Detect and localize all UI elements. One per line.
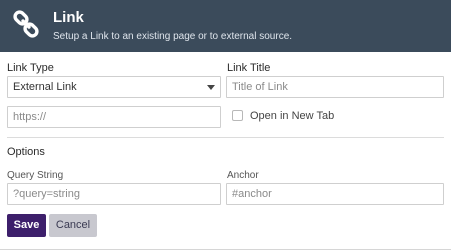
link-title-placeholder: Title of Link: [232, 81, 288, 93]
query-string-input[interactable]: ?query=string: [7, 183, 221, 205]
cancel-button[interactable]: Cancel: [49, 214, 97, 237]
query-string-placeholder: ?query=string: [13, 188, 80, 200]
divider: [7, 137, 444, 138]
save-button[interactable]: Save: [7, 214, 46, 237]
dialog-subtitle: Setup a Link to an existing page or to e…: [53, 31, 293, 42]
anchor-label: Anchor: [227, 170, 259, 181]
link-dialog: Link Setup a Link to an existing page or…: [0, 0, 451, 250]
open-new-tab-label[interactable]: Open in New Tab: [250, 110, 334, 122]
chevron-down-icon: [207, 85, 215, 90]
dialog-header: Link Setup a Link to an existing page or…: [0, 0, 451, 52]
link-icon: [13, 10, 39, 38]
link-type-select[interactable]: External Link: [7, 76, 221, 98]
link-title-label: Link Title: [227, 62, 271, 74]
query-string-label: Query String: [7, 170, 64, 181]
link-title-input[interactable]: Title of Link: [226, 76, 444, 98]
url-placeholder: https://: [13, 111, 47, 123]
dialog-title: Link: [53, 9, 84, 26]
anchor-input[interactable]: #anchor: [226, 183, 444, 205]
anchor-placeholder: #anchor: [232, 188, 272, 200]
url-input[interactable]: https://: [7, 106, 221, 128]
options-heading: Options: [7, 146, 45, 158]
open-new-tab-checkbox[interactable]: [232, 110, 243, 121]
link-type-value: External Link: [13, 81, 77, 93]
link-type-label: Link Type: [7, 62, 54, 74]
